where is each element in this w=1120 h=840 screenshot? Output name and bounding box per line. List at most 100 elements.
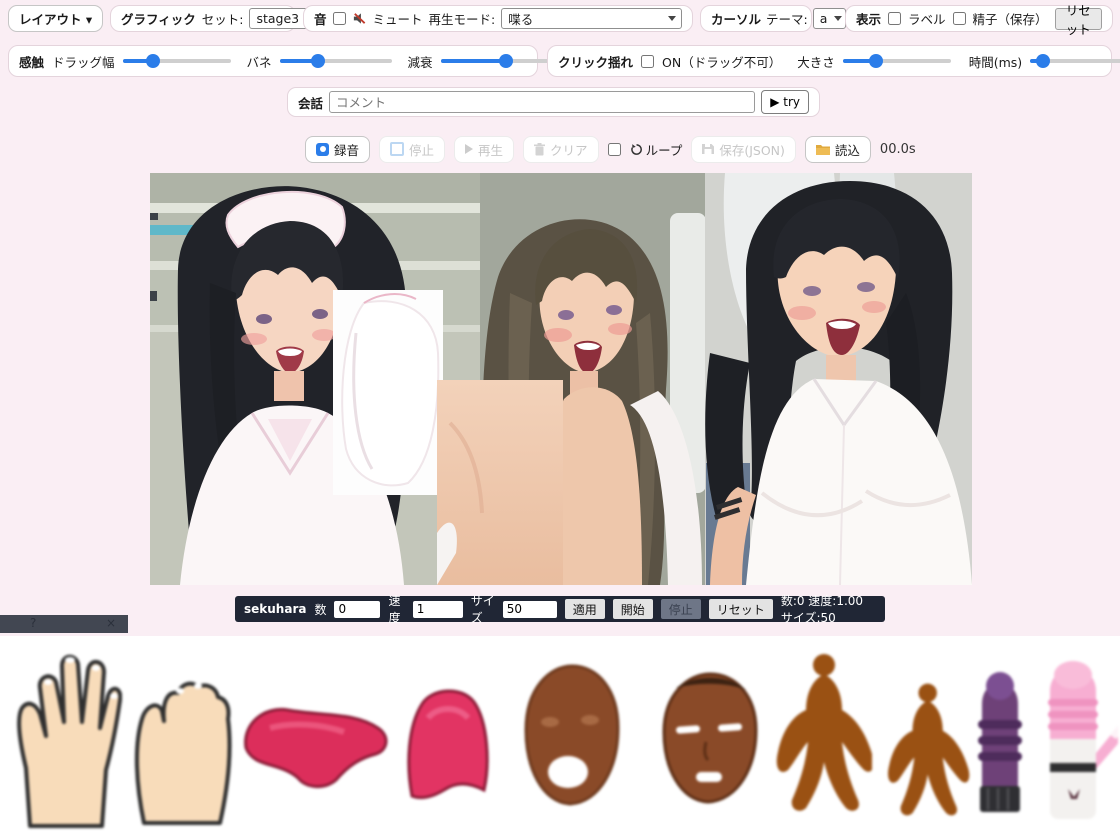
stamp-open-hand[interactable]	[10, 648, 122, 832]
layout-button-label: レイアウト ▾	[19, 9, 92, 28]
shake-on-checkbox[interactable]	[641, 55, 654, 68]
shake-time-label: 時間(ms)	[969, 52, 1022, 71]
play-button-label: 再生	[478, 140, 503, 159]
clear-button-label: クリア	[550, 140, 588, 159]
scene-image[interactable]	[150, 173, 972, 585]
play-icon	[465, 144, 473, 154]
muted-speaker-icon	[352, 11, 367, 26]
play-mode-label: 再生モード:	[429, 9, 496, 28]
loop-checkbox[interactable]	[608, 143, 621, 156]
count-label: 数	[314, 601, 326, 618]
record-button[interactable]: 録音	[305, 136, 370, 163]
chevron-down-icon	[834, 16, 842, 21]
cursor-group: カーソル テーマ: a	[700, 5, 812, 32]
recorder-row: 録音 停止 再生 クリア ループ	[305, 135, 916, 163]
graphics-title: グラフィック	[121, 9, 196, 28]
graphics-set-label: セット:	[202, 9, 244, 28]
stamp-purple-massager[interactable]	[972, 664, 1028, 820]
display-group: 表示 ラベル 精子（保存） リセット	[845, 5, 1113, 32]
mute-label: ミュート	[373, 9, 423, 28]
close-icon[interactable]: ×	[106, 616, 116, 630]
cursor-theme-select[interactable]: a	[813, 8, 847, 29]
speed-label: 速度	[388, 592, 404, 626]
size-label: サイズ	[471, 592, 495, 626]
sekuhara-stop-button[interactable]: 停止	[661, 599, 701, 619]
recording-timer: 00.0s	[880, 142, 916, 157]
stamp-grab-hand[interactable]	[128, 655, 236, 829]
scene-overlay-torso	[437, 380, 563, 585]
cursor-theme-value: a	[820, 11, 828, 26]
try-button[interactable]: ▶ try	[761, 90, 809, 114]
drag-width-slider[interactable]	[123, 54, 231, 68]
loop-icon	[630, 143, 643, 156]
floppy-icon	[702, 143, 714, 155]
loop-label: ループ	[646, 140, 683, 159]
app-page: レイアウト ▾ グラフィック セット: stage3 音 ミュート 再生モード:…	[0, 0, 1120, 840]
play-mode-value: 喋る	[508, 9, 533, 28]
sekuhara-reset-button[interactable]: リセット	[709, 599, 773, 619]
stamp-tongue-side[interactable]	[236, 688, 394, 800]
stop-button[interactable]: 停止	[379, 136, 445, 163]
feel-title: 感触	[19, 52, 44, 71]
conversation-group: 会話 ▶ try	[287, 87, 820, 117]
spring-label: バネ	[247, 52, 272, 71]
damping-label: 減衰	[408, 52, 433, 71]
count-input[interactable]	[334, 601, 380, 618]
stamp-face-open-mouth[interactable]	[516, 660, 626, 812]
stamp-palette	[0, 636, 1120, 840]
damping-slider[interactable]	[441, 54, 553, 68]
graphics-group: グラフィック セット: stage3	[110, 5, 296, 32]
scene-overlay-garment	[333, 290, 443, 495]
loop-label-wrap: ループ	[630, 140, 683, 159]
load-button[interactable]: 読込	[805, 136, 871, 163]
sound-group: 音 ミュート 再生モード: 喋る	[303, 5, 693, 32]
stop-icon	[390, 142, 404, 156]
stop-button-label: 停止	[409, 140, 434, 159]
comment-input[interactable]	[329, 91, 755, 113]
stamp-crouching-figure-large[interactable]	[772, 652, 872, 818]
stamp-tongue-up[interactable]	[398, 678, 496, 808]
feel-group: 感触 ドラッグ幅 バネ 減衰	[8, 45, 538, 77]
save-json-button[interactable]: 保存(JSON)	[691, 136, 796, 163]
stamp-face-mask[interactable]	[652, 668, 766, 810]
minimized-panel[interactable]: ? ×	[0, 615, 128, 633]
start-button[interactable]: 開始	[613, 599, 653, 619]
folder-icon	[816, 143, 830, 155]
play-mode-select[interactable]: 喋る	[501, 8, 682, 29]
sekuhara-name: sekuhara	[244, 602, 306, 616]
click-shake-title: クリック揺れ	[558, 52, 633, 71]
cursor-title: カーソル	[711, 9, 761, 28]
label-checkbox[interactable]	[888, 12, 901, 25]
layout-button[interactable]: レイアウト ▾	[8, 5, 103, 32]
size-input[interactable]	[503, 601, 557, 618]
sound-title: 音	[314, 9, 327, 28]
shake-time-slider[interactable]	[1030, 54, 1120, 68]
record-button-label: 録音	[334, 140, 359, 159]
record-icon	[316, 143, 329, 156]
chevron-down-icon	[668, 16, 676, 21]
load-button-label: 読込	[835, 140, 860, 159]
shake-size-label: 大きさ	[797, 52, 835, 71]
shake-size-slider[interactable]	[843, 54, 951, 68]
display-title: 表示	[856, 9, 881, 28]
spring-slider[interactable]	[280, 54, 392, 68]
trash-icon	[534, 143, 545, 156]
apply-button[interactable]: 適用	[565, 599, 605, 619]
graphics-set-value: stage3	[256, 11, 299, 26]
display-reset-button[interactable]: リセット	[1055, 8, 1102, 30]
play-button[interactable]: 再生	[454, 136, 514, 163]
sperm-save-checkbox[interactable]	[953, 12, 966, 25]
stamp-crouching-figure-small[interactable]	[882, 682, 970, 822]
stamp-pink-massager[interactable]	[1030, 655, 1118, 829]
help-icon[interactable]: ?	[30, 616, 36, 630]
speed-input[interactable]	[413, 601, 463, 618]
drag-width-label: ドラッグ幅	[52, 52, 115, 71]
save-json-label: 保存(JSON)	[719, 140, 785, 159]
conversation-title: 会話	[298, 93, 323, 112]
clear-button[interactable]: クリア	[523, 136, 599, 163]
cursor-theme-label: テーマ:	[766, 9, 808, 28]
display-reset-label: リセット	[1065, 0, 1092, 38]
shake-on-label: ON（ドラッグ不可）	[662, 52, 781, 71]
mute-checkbox[interactable]	[333, 12, 346, 25]
sperm-checkbox-label: 精子（保存）	[973, 9, 1048, 28]
